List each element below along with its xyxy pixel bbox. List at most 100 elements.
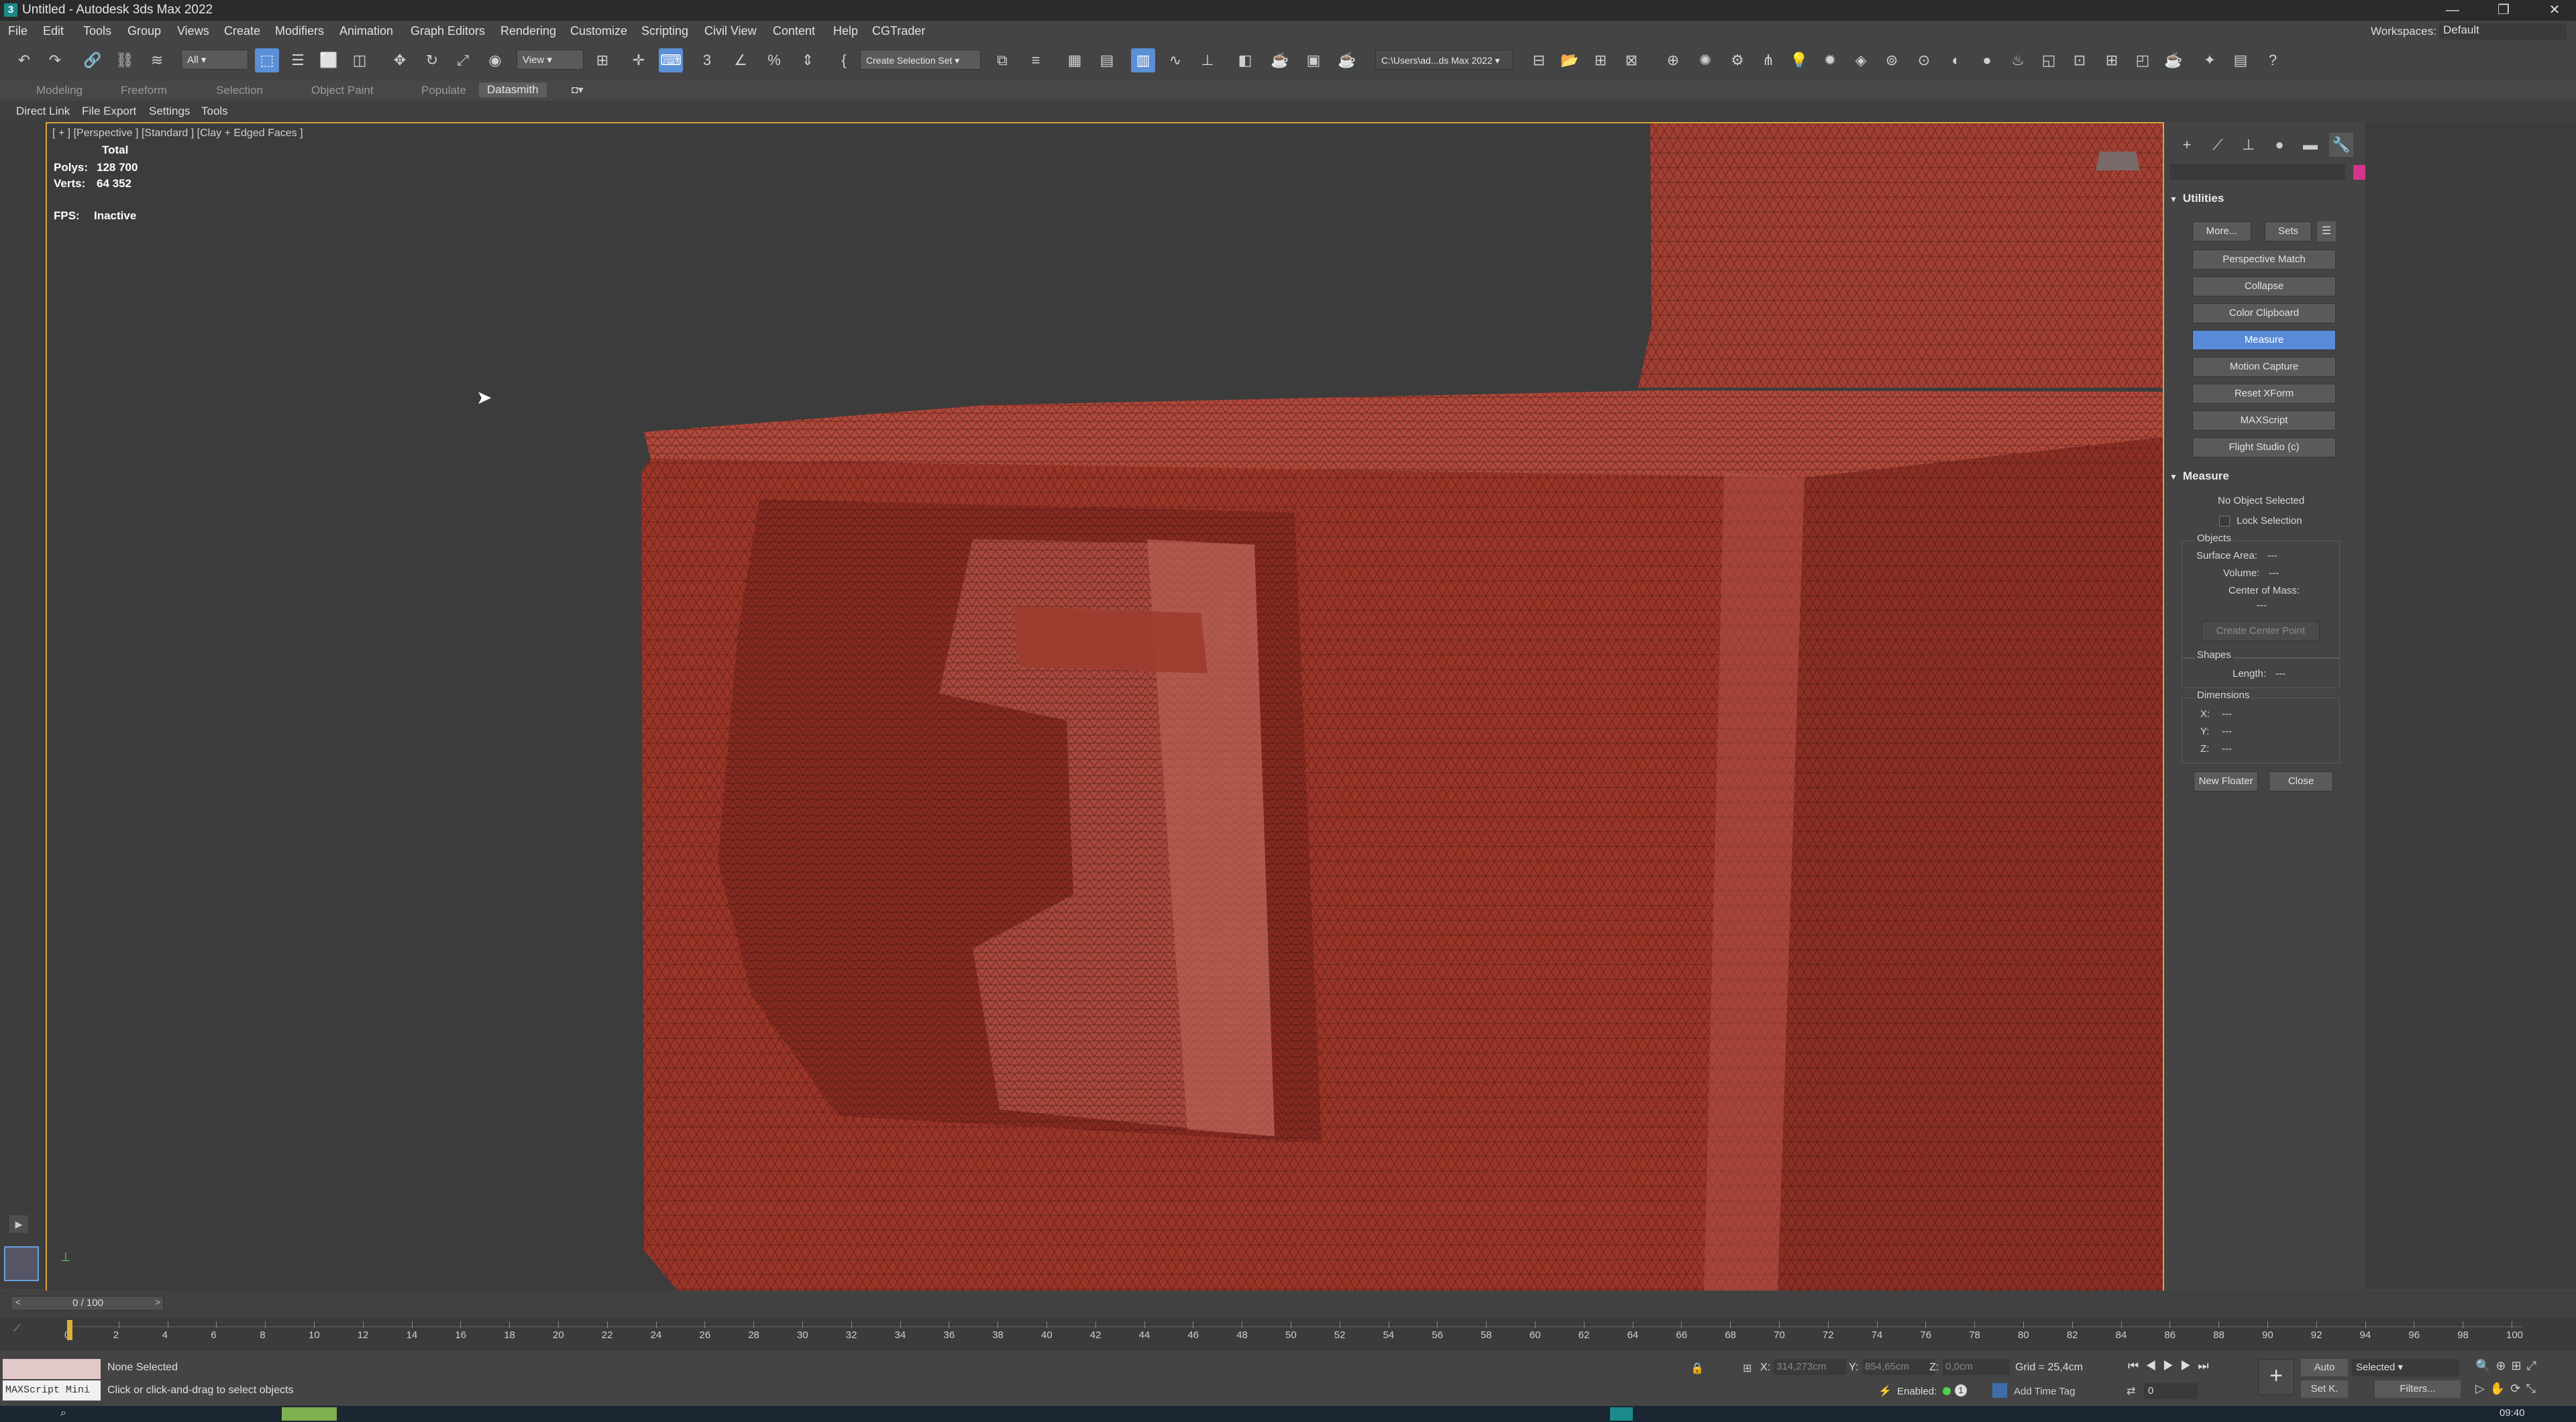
display-tab-icon[interactable]: ▬ <box>2298 133 2322 157</box>
viewport-label[interactable]: [ + ] [Perspective ] [Standard ] [Clay +… <box>52 127 303 140</box>
menu-graph-editors[interactable]: Graph Editors <box>411 24 485 38</box>
scale-icon[interactable]: ⤢ <box>451 48 475 72</box>
restore-button[interactable]: ❐ <box>2485 0 2522 21</box>
sync-icon[interactable]: ✺ <box>1693 48 1717 72</box>
perspective-match-button[interactable]: Perspective Match <box>2192 250 2336 270</box>
subtab-file-export[interactable]: File Export <box>82 105 136 118</box>
subtab-direct-link[interactable]: Direct Link <box>16 105 70 118</box>
tab-freeform[interactable]: Freeform <box>121 84 167 97</box>
perspective-viewport[interactable]: [ + ] [Perspective ] [Standard ] [Clay +… <box>46 122 2164 1293</box>
taskbar-3dsmax-icon[interactable] <box>1610 1407 1633 1421</box>
info-icon[interactable]: 1 <box>1955 1384 1967 1397</box>
viewport-layout-icon[interactable] <box>4 1246 39 1281</box>
workspaces-dropdown[interactable]: Default <box>2439 23 2567 40</box>
select-by-name-icon[interactable]: ☰ <box>286 48 310 72</box>
y-coord-field[interactable]: 854,65cm <box>1862 1359 1935 1375</box>
add-time-tag-button[interactable]: Add Time Tag <box>2014 1386 2075 1397</box>
rect-selection-icon[interactable]: ⬜ <box>317 48 341 72</box>
keyboard-shortcut-icon[interactable]: ⌨ <box>659 48 683 72</box>
light-icon[interactable]: 💡 <box>1787 48 1811 72</box>
menu-animation[interactable]: Animation <box>339 24 393 38</box>
lamp-icon[interactable]: ♨ <box>2006 48 2030 72</box>
menu-tools[interactable]: Tools <box>83 24 111 38</box>
align-icon[interactable]: ≡ <box>1024 48 1048 72</box>
mesh-tool-icon[interactable]: ◈ <box>1849 48 1873 72</box>
mirror-icon[interactable]: ⧉ <box>990 48 1014 72</box>
archive-icon[interactable]: ⊠ <box>1619 48 1644 72</box>
measure-button[interactable]: Measure <box>2192 330 2336 350</box>
menu-help[interactable]: Help <box>833 24 858 38</box>
tab-populate[interactable]: Populate <box>421 84 466 97</box>
tab-datasmith[interactable]: Datasmith <box>479 83 547 97</box>
snaps-toggle-icon[interactable]: 3 <box>695 48 719 72</box>
sets-button[interactable]: Sets <box>2265 221 2312 241</box>
enabled-indicator-icon[interactable] <box>1943 1387 1951 1395</box>
spinner-snap-icon[interactable]: ⇕ <box>796 48 820 72</box>
time-marker[interactable] <box>67 1320 72 1340</box>
time-next-icon[interactable]: > <box>151 1297 164 1310</box>
orbit-pan-icons[interactable]: ▷✋⟳⤡ <box>2475 1382 2541 1396</box>
viewport-config-icon[interactable]: ◰ <box>2131 48 2155 72</box>
tab-selection[interactable]: Selection <box>216 84 263 97</box>
maxscript-button[interactable]: MAXScript <box>2192 411 2336 431</box>
menu-create[interactable]: Create <box>224 24 260 38</box>
lock-selection-checkbox[interactable] <box>2219 516 2230 527</box>
ribbon-options-icon[interactable]: ◘▾ <box>572 83 584 97</box>
reset-xform-button[interactable]: Reset XForm <box>2192 384 2336 404</box>
app-icon[interactable]: 3 <box>4 3 17 17</box>
notes-icon[interactable]: ▤ <box>2229 48 2253 72</box>
adaptive-degradation-icon[interactable]: ⚡ <box>1878 1384 1892 1398</box>
close-window-button[interactable]: ✕ <box>2536 0 2573 21</box>
menu-cgtrader[interactable]: CGTrader <box>872 24 925 38</box>
flight-studio-button[interactable]: Flight Studio (c) <box>2192 437 2336 457</box>
camera-sequencer-icon[interactable]: ⋔ <box>1756 48 1780 72</box>
x-coord-field[interactable]: 314,273cm <box>1774 1359 1846 1375</box>
open-folder-icon[interactable]: 📂 <box>1558 48 1582 72</box>
set-key-icon[interactable]: + <box>2258 1359 2294 1395</box>
curve-editor-icon[interactable]: ∿ <box>1163 48 1187 72</box>
menu-file[interactable]: File <box>8 24 28 38</box>
menu-group[interactable]: Group <box>127 24 161 38</box>
ring-icon[interactable]: ⊙ <box>1912 48 1936 72</box>
key-mode-icon[interactable]: ⇄ <box>2127 1384 2135 1398</box>
rendered-frame-window-icon[interactable]: ▣ <box>1301 48 1326 72</box>
time-tag-icon[interactable] <box>1992 1383 2007 1398</box>
target-icon[interactable]: ⊚ <box>1880 48 1904 72</box>
motion-capture-button[interactable]: Motion Capture <box>2192 357 2336 377</box>
ref-coord-dropdown[interactable]: View ▾ <box>517 50 584 70</box>
time-slider[interactable]: < 0 / 100 > <box>11 1296 164 1311</box>
edit-named-sets-icon[interactable]: { <box>832 48 856 72</box>
angle-snap-icon[interactable]: ∠ <box>729 48 753 72</box>
unlink-icon[interactable]: ⛓ <box>113 48 137 72</box>
current-frame-spinner[interactable]: 0 <box>2144 1383 2198 1399</box>
collapse-button[interactable]: Collapse <box>2192 276 2336 296</box>
rotate-icon[interactable]: ↻ <box>420 48 444 72</box>
redo-icon[interactable]: ↷ <box>43 48 67 72</box>
select-object-icon[interactable]: ⬚ <box>255 48 279 72</box>
motion-tab-icon[interactable]: ● <box>2267 133 2292 157</box>
minimize-button[interactable]: — <box>2434 0 2471 21</box>
menu-rendering[interactable]: Rendering <box>500 24 556 38</box>
sun-icon[interactable]: ✹ <box>1818 48 1842 72</box>
sphere-icon[interactable]: ● <box>1975 48 1999 72</box>
layer-explorer-icon[interactable]: ▤ <box>1095 48 1119 72</box>
utilities-rollout-title[interactable]: ▼ Utilities <box>2169 192 2224 205</box>
undo-icon[interactable]: ↶ <box>12 48 36 72</box>
grid-icon[interactable]: ⊞ <box>2100 48 2124 72</box>
shade-icon[interactable]: ◐ <box>1944 48 1968 72</box>
maxscript-mini-input[interactable]: MAXScript Mini <box>3 1380 101 1401</box>
placement-icon[interactable]: ◉ <box>483 48 507 72</box>
window-crossing-icon[interactable]: ◫ <box>347 48 372 72</box>
menu-civil-view[interactable]: Civil View <box>704 24 757 38</box>
cgtrader-icon[interactable]: ✦ <box>2198 48 2222 72</box>
menu-views[interactable]: Views <box>177 24 209 38</box>
select-manipulate-icon[interactable]: ✛ <box>627 48 651 72</box>
taskbar-app-icon[interactable] <box>282 1407 337 1421</box>
panel-name-field[interactable] <box>2169 164 2345 180</box>
tab-modeling[interactable]: Modeling <box>36 84 83 97</box>
render-setup-icon[interactable]: ☕ <box>1268 48 1292 72</box>
set-key-button[interactable]: Set K. <box>2301 1380 2348 1398</box>
named-selection-dropdown[interactable]: Create Selection Set ▾ <box>860 50 981 70</box>
selection-filter-dropdown[interactable]: All ▾ <box>181 50 248 70</box>
measure-rollout-title[interactable]: ▼ Measure <box>2169 470 2229 483</box>
